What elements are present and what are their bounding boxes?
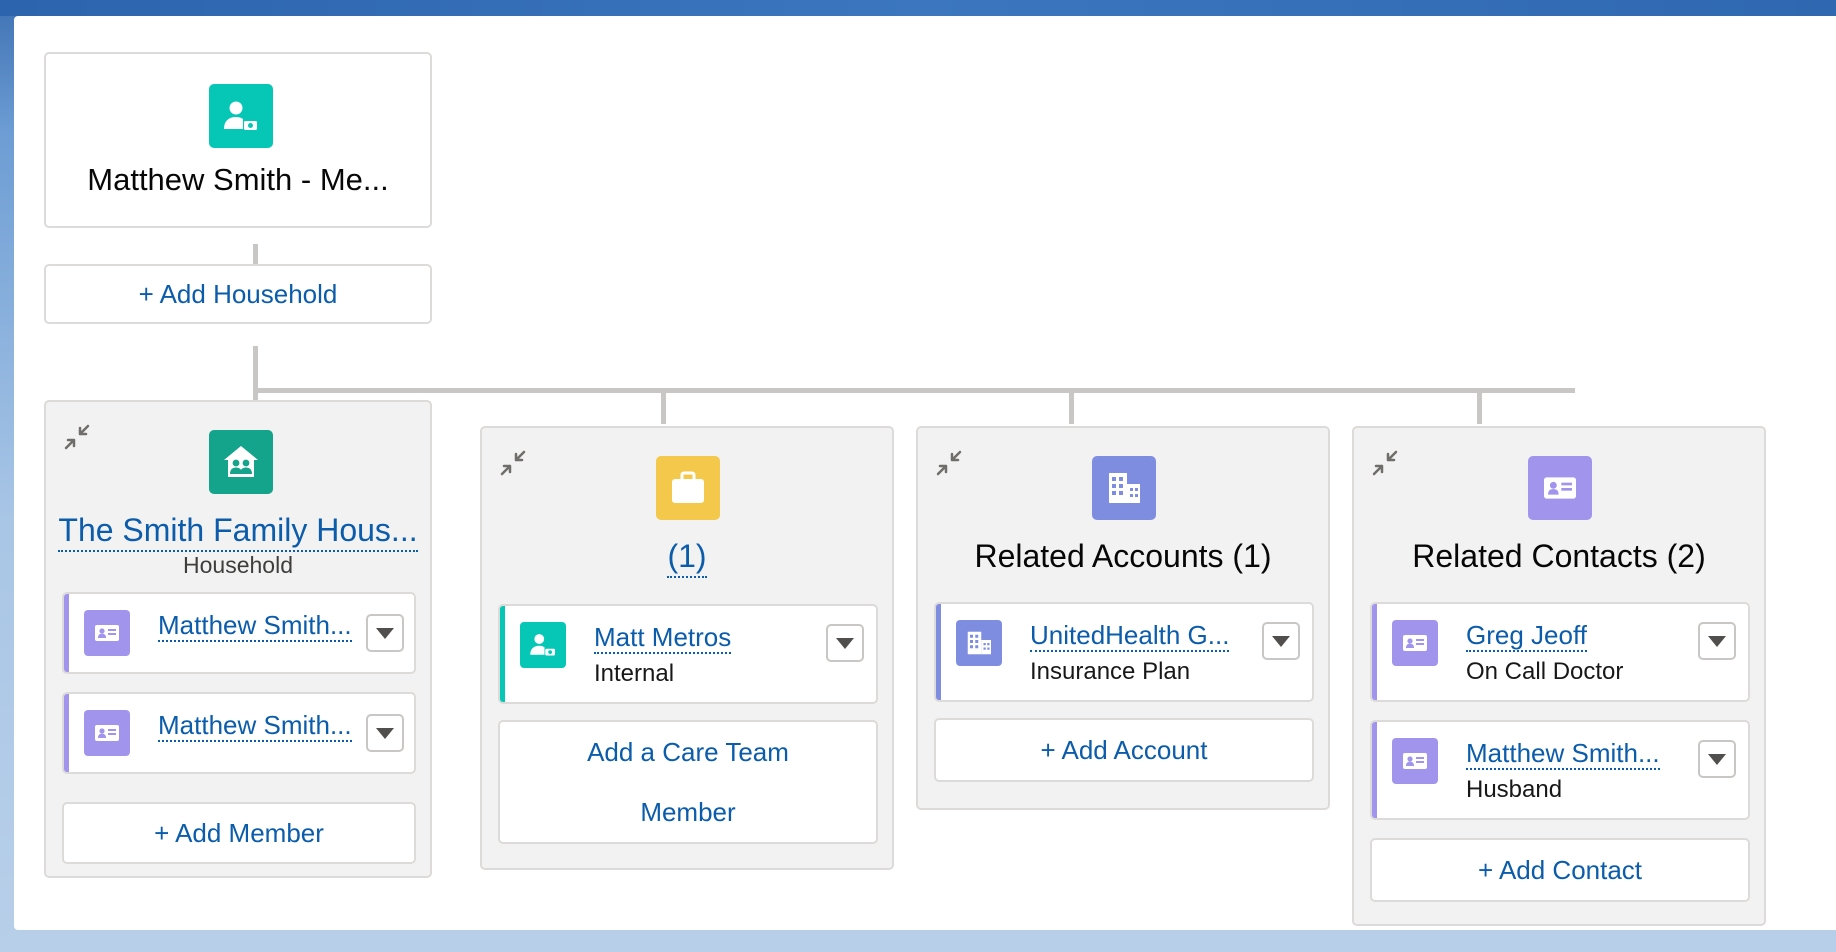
row-actions-dropdown[interactable]: [1698, 740, 1736, 778]
member-name-link[interactable]: Matthew Smith...: [158, 610, 352, 642]
collapse-icon[interactable]: [934, 448, 964, 478]
account-name-link[interactable]: UnitedHealth G...: [1030, 620, 1230, 652]
contact-card-icon: [1392, 738, 1438, 784]
item-accent: [64, 694, 69, 772]
header-background: [0, 0, 1836, 16]
contact-relationship-role: Husband: [1466, 776, 1563, 803]
list-item[interactable]: Matt Metros Internal: [498, 604, 878, 704]
contact-card-icon: [1392, 620, 1438, 666]
root-account-card[interactable]: Matthew Smith - Me...: [44, 52, 432, 228]
add-member-button[interactable]: + Add Member: [62, 802, 416, 864]
row-actions-dropdown[interactable]: [366, 714, 404, 752]
care-team-member-name-link[interactable]: Matt Metros: [594, 622, 732, 654]
add-account-button[interactable]: + Add Account: [934, 718, 1314, 782]
root-account-title: Matthew Smith - Me...: [87, 162, 389, 197]
related-accounts-title: Related Accounts (1): [974, 538, 1272, 574]
collapse-icon[interactable]: [62, 422, 92, 452]
member-account-icon: [520, 622, 566, 668]
account-relationship-role: Insurance Plan: [1030, 658, 1191, 685]
connector-drop-contacts: [1477, 388, 1482, 424]
chevron-down-icon: [376, 727, 394, 739]
briefcase-icon: [656, 456, 720, 520]
item-accent: [936, 604, 941, 700]
collapse-icon[interactable]: [1370, 448, 1400, 478]
contact-card-icon: [84, 610, 130, 656]
row-actions-dropdown[interactable]: [1262, 622, 1300, 660]
household-name-link[interactable]: The Smith Family Hous...: [46, 512, 430, 552]
care-team-member-role: Internal: [594, 660, 675, 687]
item-accent: [1372, 722, 1377, 818]
list-item[interactable]: Matthew Smith...: [62, 692, 416, 774]
chevron-down-icon: [836, 637, 854, 649]
list-item[interactable]: Matthew Smith... Husband: [1370, 720, 1750, 820]
member-account-icon: [209, 84, 273, 148]
row-actions-dropdown[interactable]: [1698, 622, 1736, 660]
contact-card-icon: [84, 710, 130, 756]
household-subtitle: Household: [183, 552, 293, 578]
list-item[interactable]: Matthew Smith...: [62, 592, 416, 674]
add-contact-button[interactable]: + Add Contact: [1370, 838, 1750, 902]
chevron-down-icon: [1708, 635, 1726, 647]
add-household-button[interactable]: + Add Household: [44, 264, 432, 324]
care-team-group: (1) Matt Metros Internal Add a Care Team…: [480, 426, 894, 870]
related-contacts-title: Related Contacts (2): [1412, 538, 1706, 574]
contact-name-link[interactable]: Greg Jeoff: [1466, 620, 1587, 652]
row-actions-dropdown[interactable]: [826, 624, 864, 662]
contact-name-link[interactable]: Matthew Smith...: [1466, 738, 1660, 770]
add-care-team-member-button[interactable]: Add a Care Team Member: [498, 720, 878, 844]
connector-add-to-bus: [253, 346, 258, 406]
add-care-team-label-line2: Member: [640, 797, 736, 827]
list-item[interactable]: UnitedHealth G... Insurance Plan: [934, 602, 1314, 702]
connector-drop-care-team: [661, 388, 666, 424]
item-accent: [500, 606, 505, 702]
relationship-map-panel: Matthew Smith - Me... + Add Household Th…: [14, 16, 1836, 930]
household-group: The Smith Family Hous... Household Matth…: [44, 400, 432, 878]
contact-card-icon: [1528, 456, 1592, 520]
item-accent: [1372, 604, 1377, 700]
building-icon: [1092, 456, 1156, 520]
member-name-link[interactable]: Matthew Smith...: [158, 710, 352, 742]
chevron-down-icon: [376, 627, 394, 639]
building-icon: [956, 620, 1002, 666]
item-accent: [64, 594, 69, 672]
add-care-team-label-line1: Add a Care Team: [587, 737, 789, 767]
connector-bus: [253, 388, 1575, 393]
chevron-down-icon: [1272, 635, 1290, 647]
chevron-down-icon: [1708, 753, 1726, 765]
household-icon: [209, 430, 273, 494]
care-team-title-link[interactable]: (1): [482, 538, 892, 578]
related-accounts-group: Related Accounts (1) UnitedHealth G... I…: [916, 426, 1330, 810]
connector-drop-accounts: [1069, 388, 1074, 424]
row-actions-dropdown[interactable]: [366, 614, 404, 652]
contact-relationship-role: On Call Doctor: [1466, 658, 1624, 685]
collapse-icon[interactable]: [498, 448, 528, 478]
list-item[interactable]: Greg Jeoff On Call Doctor: [1370, 602, 1750, 702]
related-contacts-group: Related Contacts (2) Greg Jeoff On Call …: [1352, 426, 1766, 926]
